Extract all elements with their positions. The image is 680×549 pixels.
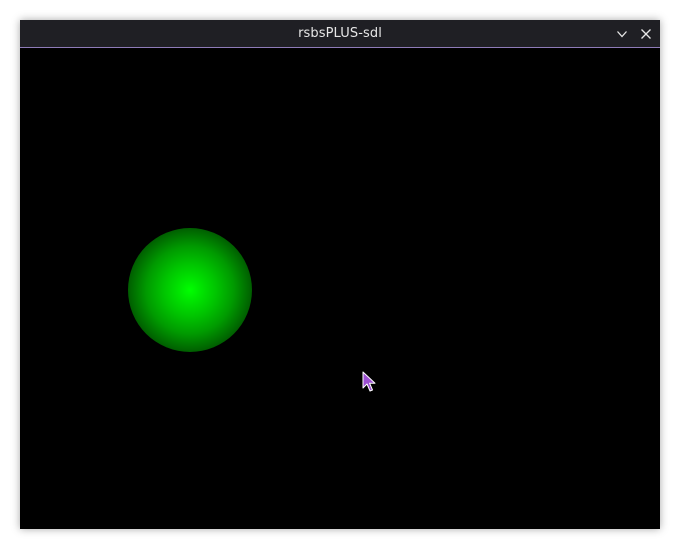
app-window: rsbsPLUS-sdl	[20, 20, 660, 529]
render-canvas[interactable]	[20, 48, 660, 529]
titlebar[interactable]: rsbsPLUS-sdl	[20, 20, 660, 48]
mouse-cursor-icon	[362, 371, 376, 392]
chevron-down-icon	[617, 31, 627, 38]
window-title: rsbsPLUS-sdl	[298, 26, 382, 41]
green-orb	[128, 228, 252, 352]
close-button[interactable]	[636, 24, 656, 44]
minimize-button[interactable]	[612, 24, 632, 44]
close-icon	[641, 29, 651, 39]
